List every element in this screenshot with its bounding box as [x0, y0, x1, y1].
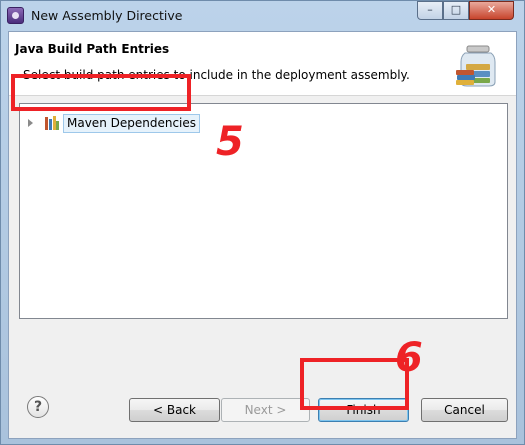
- title-bar[interactable]: New Assembly Directive – □ ✕: [1, 1, 524, 31]
- jar-icon: [456, 45, 496, 87]
- expand-arrow-icon[interactable]: [28, 119, 33, 127]
- next-button[interactable]: Next >: [221, 398, 310, 422]
- annotation-box-finish: [300, 358, 409, 410]
- help-icon[interactable]: ?: [27, 396, 49, 418]
- eclipse-app-icon: [7, 7, 24, 24]
- cancel-button[interactable]: Cancel: [421, 398, 508, 422]
- annotation-step-6: 6: [395, 335, 423, 381]
- window-title: New Assembly Directive: [31, 8, 183, 23]
- page-title: Java Build Path Entries: [15, 42, 170, 56]
- tree-item-label[interactable]: Maven Dependencies: [63, 114, 201, 133]
- annotation-box-maven-dependencies: [11, 74, 191, 111]
- annotation-step-5: 5: [216, 119, 244, 165]
- minimize-button[interactable]: –: [417, 1, 443, 20]
- back-button[interactable]: < Back: [129, 398, 220, 422]
- library-icon: [45, 116, 59, 130]
- maximize-button[interactable]: □: [443, 1, 469, 20]
- dialog-window: New Assembly Directive – □ ✕ Java Build …: [0, 0, 525, 445]
- close-button[interactable]: ✕: [469, 1, 514, 20]
- build-path-entries-tree[interactable]: Maven Dependencies: [19, 103, 508, 319]
